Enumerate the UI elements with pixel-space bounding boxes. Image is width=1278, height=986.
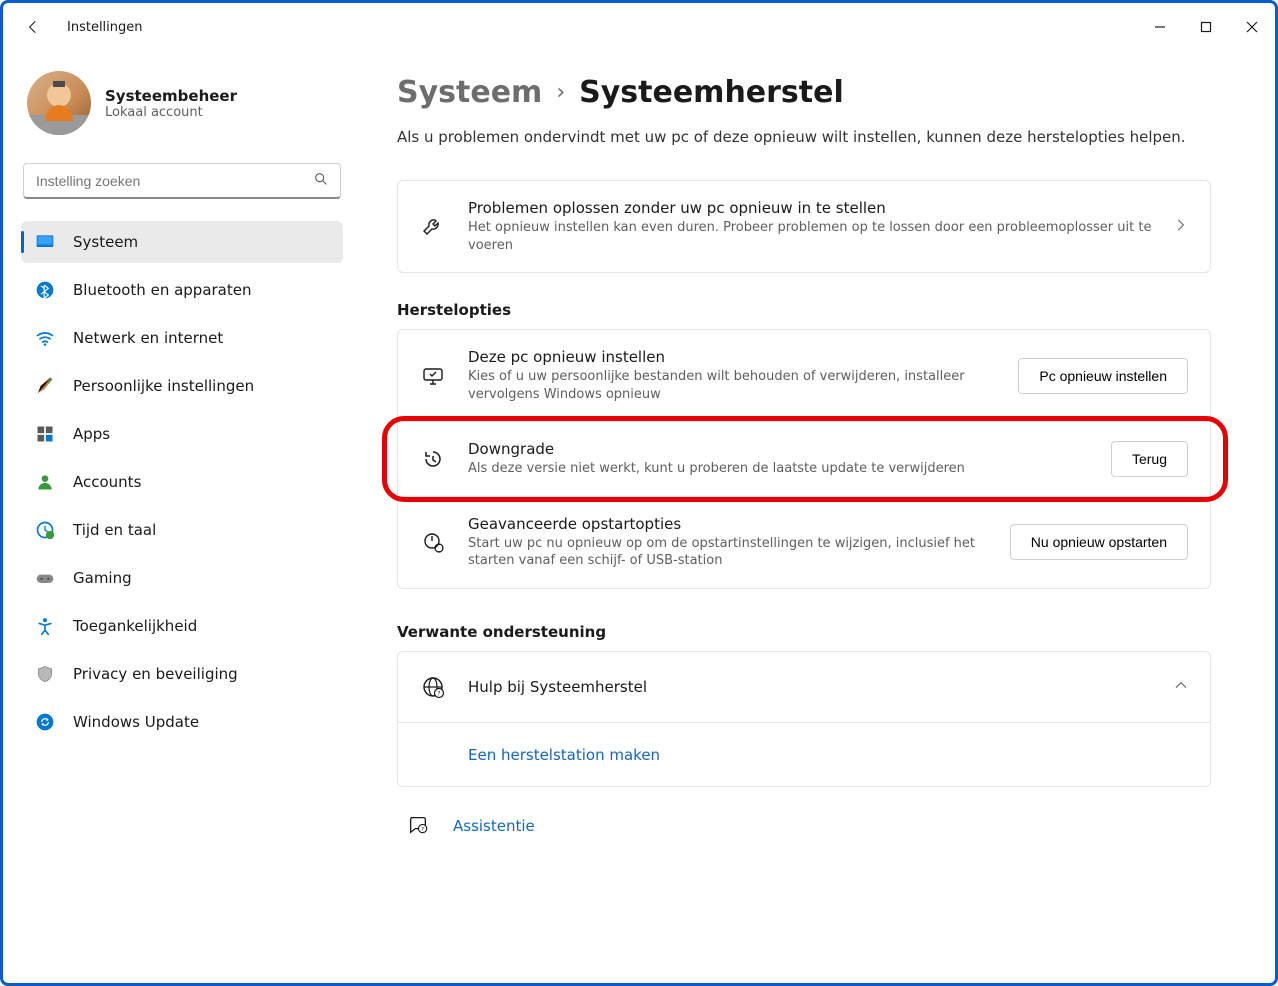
restart-now-button[interactable]: Nu opnieuw opstarten — [1010, 524, 1188, 560]
recovery-options-group: Deze pc opnieuw instellen Kies of u uw p… — [397, 329, 1211, 589]
nav-label: Persoonlijke instellingen — [73, 377, 254, 395]
wrench-icon — [420, 214, 446, 240]
nav-label: Toegankelijkheid — [73, 617, 197, 635]
downgrade-button[interactable]: Terug — [1111, 441, 1188, 477]
minimize-button[interactable] — [1137, 11, 1183, 43]
profile-block[interactable]: Systeembeheer Lokaal account — [21, 71, 361, 135]
nav-bluetooth[interactable]: Bluetooth en apparaten — [21, 269, 343, 311]
gamepad-icon — [35, 568, 55, 588]
option-downgrade: Downgrade Als deze versie niet werkt, ku… — [398, 421, 1210, 496]
svg-text:?: ? — [437, 690, 440, 697]
option-title: Downgrade — [468, 440, 1089, 458]
search-input[interactable] — [23, 163, 341, 199]
assistance-link[interactable]: Assistentie — [453, 817, 535, 835]
nav-label: Apps — [73, 425, 110, 443]
nav-label: Tijd en taal — [73, 521, 156, 539]
profile-name: Systeembeheer — [105, 87, 237, 105]
nav-update[interactable]: Windows Update — [21, 701, 343, 743]
card-desc: Het opnieuw instellen kan even duren. Pr… — [468, 219, 1152, 254]
avatar — [27, 71, 91, 135]
nav-personal[interactable]: Persoonlijke instellingen — [21, 365, 343, 407]
option-advanced-startup: Geavanceerde opstartopties Start uw pc n… — [398, 496, 1210, 588]
profile-subtitle: Lokaal account — [105, 105, 237, 120]
nav-system[interactable]: Systeem — [21, 221, 343, 263]
main-content: Systeem › Systeemherstel Als u problemen… — [361, 51, 1275, 983]
nav-label: Bluetooth en apparaten — [73, 281, 252, 299]
section-support-label: Verwante ondersteuning — [397, 623, 1211, 641]
reset-pc-icon — [420, 363, 446, 389]
option-reset-pc: Deze pc opnieuw instellen Kies of u uw p… — [398, 330, 1210, 421]
nav-list: Systeem Bluetooth en apparaten Netwerk e… — [21, 221, 343, 743]
sidebar: Systeembeheer Lokaal account Systeem Blu… — [3, 51, 361, 983]
nav-label: Privacy en beveiliging — [73, 665, 238, 683]
nav-privacy[interactable]: Privacy en beveiliging — [21, 653, 343, 695]
window-title: Instellingen — [67, 20, 143, 35]
nav-label: Gaming — [73, 569, 132, 587]
chevron-right-icon — [1174, 217, 1188, 236]
nav-network[interactable]: Netwerk en internet — [21, 317, 343, 359]
breadcrumb-root[interactable]: Systeem — [397, 75, 542, 110]
update-icon — [35, 712, 55, 732]
maximize-button[interactable] — [1183, 11, 1229, 43]
search-icon — [313, 171, 329, 191]
option-desc: Start uw pc nu opnieuw op om de opstarti… — [468, 535, 988, 570]
option-desc: Kies of u uw persoonlijke bestanden wilt… — [468, 368, 996, 403]
window-controls — [1137, 11, 1275, 43]
monitor-icon — [35, 232, 55, 252]
option-title: Geavanceerde opstartopties — [468, 515, 988, 533]
reset-pc-button[interactable]: Pc opnieuw instellen — [1018, 358, 1188, 394]
support-card: ? Hulp bij Systeemherstel Een herstelsta… — [397, 651, 1211, 787]
titlebar: Instellingen — [3, 3, 1275, 51]
option-desc: Als deze versie niet werkt, kunt u probe… — [468, 460, 1089, 478]
troubleshoot-card[interactable]: Problemen oplossen zonder uw pc opnieuw … — [397, 180, 1211, 273]
chat-help-icon: ? — [407, 813, 429, 839]
support-link-row: Een herstelstation maken — [398, 722, 1210, 786]
assistance-row: ? Assistentie — [397, 787, 1211, 839]
nav-label: Windows Update — [73, 713, 199, 731]
chevron-right-icon: › — [556, 80, 565, 105]
nav-label: Systeem — [73, 233, 138, 251]
section-recovery-label: Herstelopties — [397, 301, 1211, 319]
clock-globe-icon — [35, 520, 55, 540]
nav-label: Netwerk en internet — [73, 329, 223, 347]
nav-gaming[interactable]: Gaming — [21, 557, 343, 599]
bluetooth-icon — [35, 280, 55, 300]
shield-icon — [35, 664, 55, 684]
card-title: Problemen oplossen zonder uw pc opnieuw … — [468, 199, 1152, 217]
wifi-icon — [35, 328, 55, 348]
support-expander[interactable]: ? Hulp bij Systeemherstel — [398, 652, 1210, 722]
brush-icon — [35, 376, 55, 396]
chevron-up-icon — [1174, 677, 1188, 696]
search-wrap — [23, 163, 341, 199]
nav-time[interactable]: Tijd en taal — [21, 509, 343, 551]
nav-apps[interactable]: Apps — [21, 413, 343, 455]
option-title: Deze pc opnieuw instellen — [468, 348, 996, 366]
svg-text:?: ? — [421, 827, 424, 833]
person-icon — [35, 472, 55, 492]
support-title: Hulp bij Systeemherstel — [468, 678, 1152, 696]
breadcrumb: Systeem › Systeemherstel — [397, 75, 1211, 110]
nav-label: Accounts — [73, 473, 141, 491]
page-intro: Als u problemen ondervindt met uw pc of … — [397, 128, 1211, 146]
apps-icon — [35, 424, 55, 444]
history-icon — [420, 446, 446, 472]
close-button[interactable] — [1229, 11, 1275, 43]
help-globe-icon: ? — [420, 674, 446, 700]
power-gear-icon — [420, 529, 446, 555]
back-button[interactable] — [23, 17, 43, 37]
page-title: Systeemherstel — [579, 75, 844, 110]
nav-access[interactable]: Toegankelijkheid — [21, 605, 343, 647]
accessibility-icon — [35, 616, 55, 636]
create-recovery-drive-link[interactable]: Een herstelstation maken — [468, 746, 660, 764]
nav-accounts[interactable]: Accounts — [21, 461, 343, 503]
